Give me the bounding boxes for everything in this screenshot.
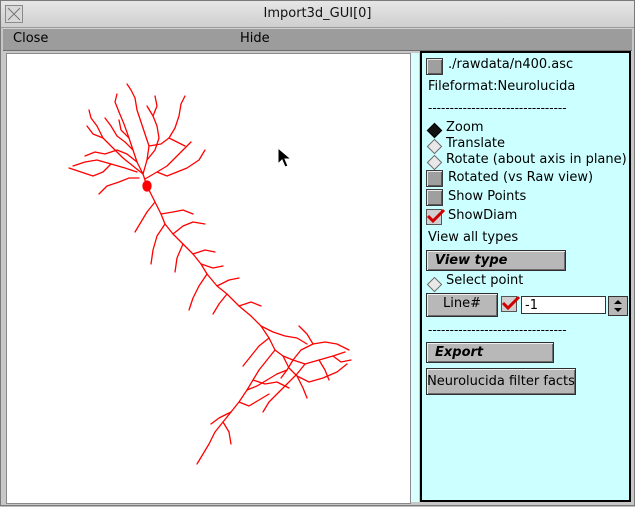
rotated-label: Rotated (vs Raw view): [448, 170, 594, 185]
pane-divider[interactable]: [411, 53, 419, 502]
separator-1: --------------------------------: [428, 101, 567, 115]
import3d-window: Import3d_GUI[0] Close Hide ./rawdata/n40…: [0, 0, 635, 506]
show-points-label: Show Points: [448, 189, 527, 204]
title-bar: Import3d_GUI[0]: [1, 1, 634, 28]
show-diam-checkbox[interactable]: [426, 208, 446, 225]
translate-radio[interactable]: [426, 138, 443, 155]
select-point-radio[interactable]: [426, 276, 443, 293]
line-number-spinner[interactable]: [608, 296, 628, 316]
line-number-input[interactable]: -1: [521, 296, 606, 314]
show-points-button[interactable]: [426, 189, 443, 206]
control-panel: ./rawdata/n400.asc Fileformat:Neurolucid…: [420, 51, 631, 502]
menu-bar: Close Hide: [3, 28, 632, 51]
file-path: ./rawdata/n400.asc: [448, 57, 574, 72]
hide-menu[interactable]: Hide: [240, 31, 270, 46]
neurolucida-filter-facts-button[interactable]: Neurolucida filter facts: [426, 368, 576, 395]
zoom-label: Zoom: [446, 120, 484, 135]
file-select-button[interactable]: [426, 58, 443, 75]
neuron-drawing: [68, 83, 352, 465]
morphology-canvas[interactable]: [6, 53, 411, 504]
rotate-label: Rotate (about axis in plane): [446, 152, 627, 167]
select-point-label: Select point: [446, 273, 524, 288]
export-button[interactable]: Export: [426, 342, 554, 363]
checkmark-icon: [501, 295, 521, 311]
file-format: Fileformat:Neurolucida: [428, 79, 576, 94]
view-type-button[interactable]: View type: [426, 250, 566, 271]
window-title: Import3d_GUI[0]: [263, 6, 372, 21]
separator-2: --------------------------------: [428, 323, 567, 337]
checkmark-icon: [426, 208, 446, 224]
rotated-button[interactable]: [426, 170, 443, 187]
mouse-pointer-icon: [277, 147, 293, 168]
show-diam-label: ShowDiam: [448, 208, 518, 223]
view-all-types-label: View all types: [428, 230, 519, 245]
spinner-arrows-icon: [614, 300, 622, 312]
line-number-checkbox[interactable]: [501, 295, 521, 312]
rotate-radio[interactable]: [426, 154, 443, 171]
close-menu[interactable]: Close: [13, 31, 48, 46]
zoom-radio[interactable]: [426, 122, 443, 139]
line-number-button[interactable]: Line#: [426, 293, 498, 317]
translate-label: Translate: [446, 136, 506, 151]
